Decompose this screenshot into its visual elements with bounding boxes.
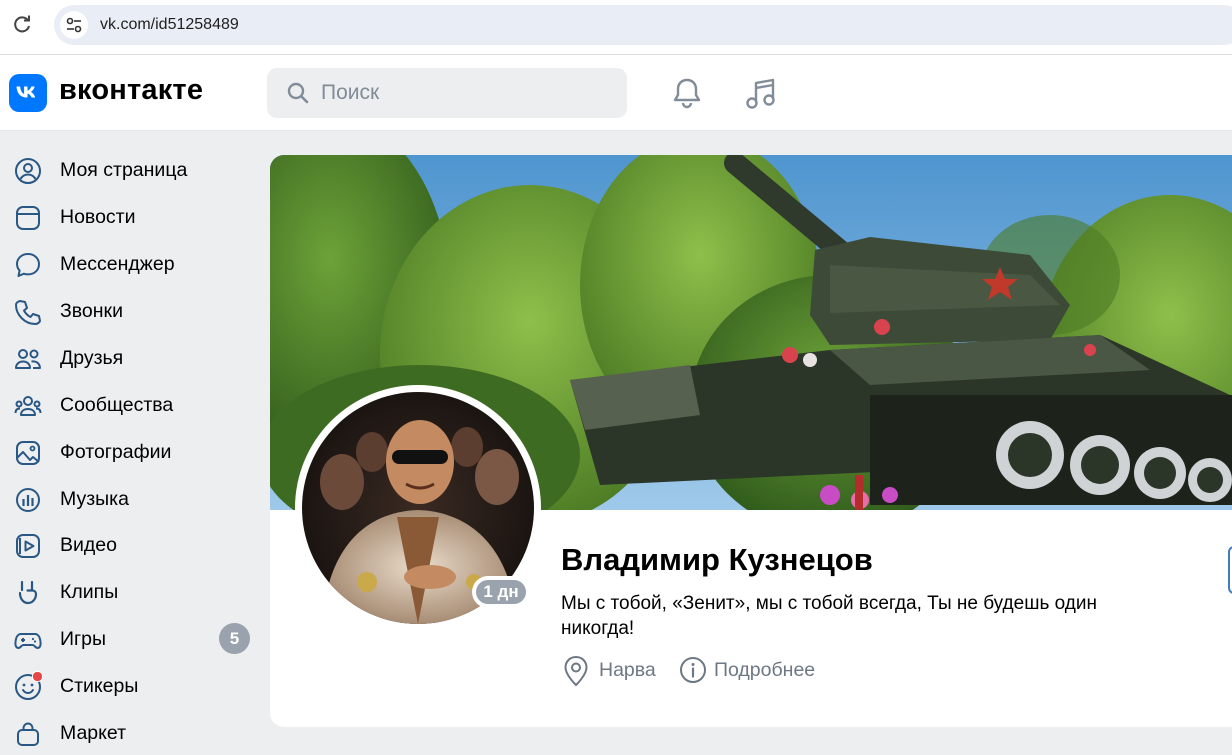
site-info-icon[interactable] [60,11,88,39]
url-text[interactable]: vk.com/id51258489 [100,16,239,34]
sidebar-item-video[interactable]: Видео [0,523,262,567]
sidebar-item-label: Фотографии [60,441,172,463]
photo-icon [16,441,40,465]
bell-icon[interactable] [668,74,706,112]
sidebar-item-label: Клипы [60,581,119,603]
sidebar-item-my-page[interactable]: Моя страница [0,148,262,192]
sidebar-item-label: Маркет [60,722,127,744]
sidebar-item-communities[interactable]: Сообщества [0,383,262,427]
chat-bubble-icon [16,253,40,277]
info-icon [680,657,706,683]
sidebar-item-music[interactable]: Музыка [0,477,262,521]
sidebar-item-label: Звонки [60,300,123,322]
sidebar-item-label: Новости [60,206,136,228]
sidebar-item-stickers[interactable]: Стикеры [0,664,262,708]
vk-logo-icon[interactable] [9,74,47,112]
profile-name: Владимир Кузнецов [561,542,873,577]
profile-action-button[interactable] [1228,546,1232,594]
notification-dot [32,671,43,682]
sidebar-item-label: Видео [60,534,117,556]
sidebar-item-label: Музыка [60,488,129,510]
sidebar-item-photos[interactable]: Фотографии [0,430,262,474]
profile-status: Мы с тобой, «Зенит», мы с тобой всегда, … [561,593,1097,639]
sidebar-item-clips[interactable]: Клипы [0,570,262,614]
reload-icon[interactable] [10,13,34,37]
sidebar-item-label: Сообщества [60,394,174,416]
news-icon [16,206,40,230]
last-seen-text: 1 дн [476,580,526,604]
sidebar-item-news[interactable]: Новости [0,195,262,239]
browser-toolbar: vk.com/id51258489 [0,0,1232,55]
sidebar-item-market[interactable]: Маркет [0,711,262,755]
sidebar-item-label: Игры [60,628,106,650]
music-note-icon[interactable] [742,74,780,112]
user-circle-icon [15,158,41,184]
sidebar-item-messenger[interactable]: Мессенджер [0,242,262,286]
address-bar[interactable]: vk.com/id51258489 [54,5,1232,45]
video-icon [16,534,40,558]
sidebar-item-friends[interactable]: Друзья [0,336,262,380]
phone-icon [15,300,41,325]
more-info-link[interactable]: Подробнее [714,659,815,682]
site-header: вконтакте [0,55,1232,131]
sidebar-item-label: Мессенджер [60,253,175,275]
profile-location[interactable]: Нарва [599,659,656,682]
sidebar-item-label: Стикеры [60,675,139,697]
sidebar-item-label: Моя страница [60,159,188,181]
search-input[interactable] [321,68,611,118]
communities-icon [14,396,42,416]
music-icon [16,488,40,512]
sidebar-item-label: Друзья [60,347,124,369]
clips-icon [18,580,38,605]
games-count-badge: 5 [219,623,250,654]
search-icon [287,82,309,104]
sidebar-item-games[interactable]: Игры 5 [0,617,262,661]
sidebar-item-calls[interactable]: Звонки [0,289,262,333]
market-bag-icon [17,722,39,746]
gamepad-icon [14,633,42,649]
location-pin-icon [564,655,588,687]
friends-icon [15,349,41,369]
last-seen-badge: 1 дн [472,576,530,608]
search-box[interactable] [267,68,627,118]
vk-wordmark[interactable]: вконтакте [59,74,203,107]
